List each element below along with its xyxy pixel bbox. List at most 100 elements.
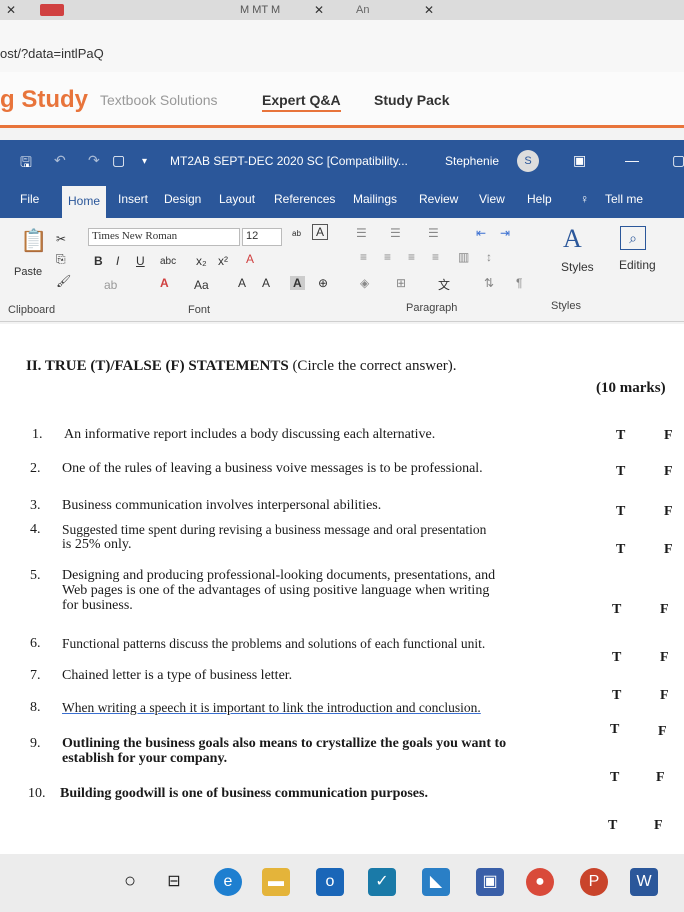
- customize-toolbar-icon[interactable]: ▾: [142, 156, 147, 167]
- strikethrough-icon[interactable]: abc: [160, 256, 176, 267]
- browser-tab-mt[interactable]: M MT M: [240, 0, 280, 20]
- shading-icon[interactable]: ◈: [360, 276, 369, 290]
- answer-true[interactable]: T: [612, 602, 621, 618]
- cut-icon[interactable]: ✂: [56, 232, 66, 246]
- change-size-icon[interactable]: Aa: [194, 278, 209, 292]
- numbering-icon[interactable]: ☰: [390, 226, 401, 240]
- maximize-icon[interactable]: ▢: [672, 152, 684, 169]
- study-logo[interactable]: g Study: [0, 86, 88, 114]
- enclose-characters-icon[interactable]: ⊕: [318, 276, 328, 290]
- font-name-box[interactable]: Times New Roman: [88, 228, 240, 246]
- file-explorer-icon[interactable]: ▬: [262, 868, 290, 896]
- borders-icon[interactable]: ⊞: [396, 276, 406, 290]
- show-formatting-icon[interactable]: ¶: [516, 276, 522, 290]
- align-left-icon[interactable]: ≡: [360, 250, 367, 264]
- answer-true[interactable]: T: [610, 722, 619, 738]
- answer-true[interactable]: T: [612, 650, 621, 666]
- grow-font-icon[interactable]: A: [238, 276, 246, 290]
- browser-tab-an[interactable]: An: [356, 0, 369, 20]
- character-shading-icon[interactable]: A: [290, 276, 305, 290]
- sort-icon[interactable]: ⇅: [484, 276, 494, 290]
- ribbon-display-options-icon[interactable]: ▣: [573, 152, 586, 169]
- answer-false[interactable]: F: [664, 464, 673, 480]
- undo-icon[interactable]: ↶: [54, 152, 66, 169]
- url-text[interactable]: ost/?data=intlPaQ: [0, 46, 104, 61]
- underline-icon[interactable]: U: [136, 254, 145, 268]
- address-bar[interactable]: ost/?data=intlPaQ: [0, 20, 684, 72]
- answer-false[interactable]: F: [660, 650, 669, 666]
- redo-icon[interactable]: ↷: [88, 152, 100, 169]
- tab-view[interactable]: View: [479, 192, 505, 206]
- lightbulb-icon[interactable]: ♀: [580, 192, 589, 206]
- styles-icon[interactable]: A: [563, 224, 582, 254]
- format-painter-icon[interactable]: 🖌: [56, 274, 71, 288]
- edge-icon[interactable]: e: [214, 868, 242, 896]
- shrink-font-icon[interactable]: A: [262, 276, 270, 290]
- increase-indent-icon[interactable]: ⇥: [500, 226, 510, 240]
- answer-true[interactable]: T: [610, 770, 619, 786]
- align-center-icon[interactable]: ≡: [384, 250, 391, 264]
- paste-button[interactable]: Paste: [14, 266, 42, 278]
- editing-button[interactable]: Editing: [619, 258, 656, 272]
- task-view-icon[interactable]: ⊟: [160, 868, 188, 896]
- app-icon[interactable]: ▣: [476, 868, 504, 896]
- tab-file[interactable]: File: [20, 192, 39, 206]
- answer-false[interactable]: F: [660, 602, 669, 618]
- answer-true[interactable]: T: [612, 688, 621, 704]
- user-avatar[interactable]: S: [517, 150, 539, 172]
- tab-references[interactable]: References: [274, 192, 335, 206]
- close-icon[interactable]: ✕: [314, 0, 324, 20]
- document-page[interactable]: II. TRUE (T)/FALSE (F) STATEMENTS (Circl…: [0, 324, 684, 854]
- answer-true[interactable]: T: [616, 428, 625, 444]
- columns-icon[interactable]: ▥: [458, 250, 469, 264]
- find-icon[interactable]: ⌕: [620, 226, 646, 250]
- font-color-icon[interactable]: A: [160, 276, 169, 290]
- italic-icon[interactable]: I: [116, 254, 119, 268]
- tab-layout[interactable]: Layout: [219, 192, 255, 206]
- chrome-icon[interactable]: ●: [526, 868, 554, 896]
- decrease-indent-icon[interactable]: ⇤: [476, 226, 486, 240]
- bold-icon[interactable]: B: [94, 254, 103, 268]
- nav-expert-qa[interactable]: Expert Q&A: [262, 92, 341, 112]
- minimize-icon[interactable]: —: [625, 152, 639, 168]
- superscript-icon[interactable]: x²: [218, 254, 228, 268]
- paste-icon[interactable]: 📋: [20, 228, 47, 254]
- answer-false[interactable]: F: [664, 504, 673, 520]
- align-right-icon[interactable]: ≡: [408, 250, 415, 264]
- copy-icon[interactable]: ⎘: [56, 252, 66, 267]
- subscript-icon[interactable]: x₂: [196, 254, 207, 268]
- styles-button[interactable]: Styles: [561, 260, 594, 274]
- answer-false[interactable]: F: [660, 688, 669, 704]
- close-icon[interactable]: ✕: [6, 0, 16, 20]
- clear-formatting-icon[interactable]: A: [312, 224, 329, 240]
- photos-icon[interactable]: ◣: [422, 868, 450, 896]
- answer-true[interactable]: T: [616, 542, 625, 558]
- tab-mailings[interactable]: Mailings: [353, 192, 397, 206]
- change-case-icon[interactable]: ᵃᵇ: [292, 228, 301, 242]
- user-name[interactable]: Stephenie: [445, 154, 499, 168]
- close-icon[interactable]: ✕: [424, 0, 434, 20]
- text-effects-icon[interactable]: A: [246, 252, 254, 266]
- answer-true[interactable]: T: [608, 818, 617, 834]
- answer-false[interactable]: F: [658, 724, 667, 740]
- answer-true[interactable]: T: [616, 504, 625, 520]
- new-document-icon[interactable]: ▢: [112, 152, 125, 169]
- nav-textbook-solutions[interactable]: Textbook Solutions: [100, 92, 218, 108]
- multilevel-list-icon[interactable]: ☰: [428, 226, 439, 240]
- answer-true[interactable]: T: [616, 464, 625, 480]
- tab-home[interactable]: Home: [62, 186, 107, 218]
- search-icon[interactable]: ○: [116, 868, 144, 896]
- highlight-icon[interactable]: ab: [104, 278, 117, 292]
- save-icon[interactable]: 🖫: [20, 152, 32, 176]
- answer-false[interactable]: F: [656, 770, 665, 786]
- bullets-icon[interactable]: ☰: [356, 226, 367, 240]
- mail-icon[interactable]: ✓: [368, 868, 396, 896]
- font-size-box[interactable]: 12: [242, 228, 282, 246]
- line-spacing-icon[interactable]: ↕: [486, 250, 492, 264]
- nav-study-pack[interactable]: Study Pack: [374, 92, 449, 108]
- answer-false[interactable]: F: [664, 428, 673, 444]
- tab-design[interactable]: Design: [164, 192, 201, 206]
- answer-false[interactable]: F: [654, 818, 663, 834]
- powerpoint-icon[interactable]: P: [580, 868, 608, 896]
- tell-me-search[interactable]: Tell me: [605, 192, 643, 206]
